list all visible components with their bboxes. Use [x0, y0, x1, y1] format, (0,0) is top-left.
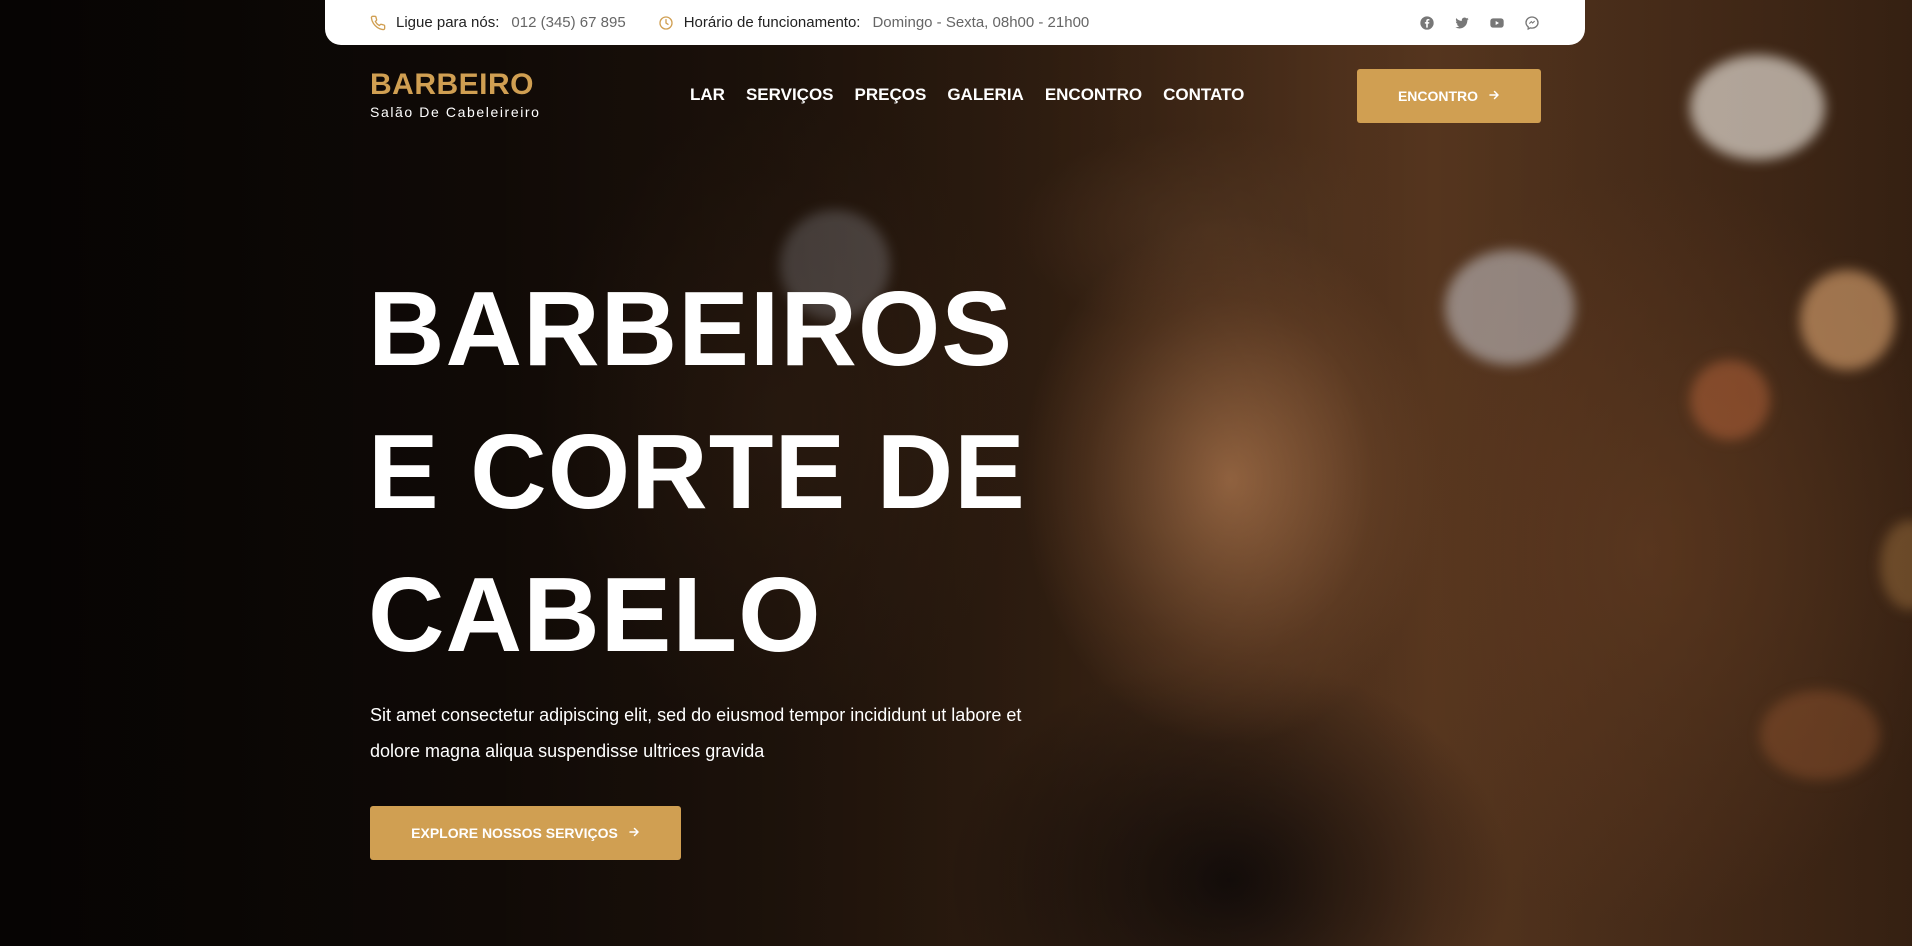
hours-value: Domingo - Sexta, 08h00 - 21h00: [872, 14, 1090, 31]
hero-headline: BARBEIROS E CORTE DE CABELO: [368, 258, 1026, 687]
nav-item-precos[interactable]: PREÇOS: [855, 85, 927, 105]
hours-info: Horário de funcionamento: Domingo - Sext…: [658, 14, 1090, 31]
hero-description: Sit amet consectetur adipiscing elit, se…: [370, 697, 1070, 769]
nav-item-encontro[interactable]: ENCONTRO: [1045, 85, 1142, 105]
facebook-icon[interactable]: [1419, 15, 1435, 31]
messenger-icon[interactable]: [1524, 15, 1540, 31]
brand-subtitle: Salão De Cabeleireiro: [370, 104, 541, 120]
phone-icon: [370, 15, 386, 31]
hero-description-line: Sit amet consectetur adipiscing elit, se…: [370, 705, 1022, 725]
hours-label: Horário de funcionamento:: [683, 14, 861, 31]
phone-label: Ligue para nós:: [396, 14, 500, 31]
nav-item-servicos[interactable]: SERVIÇOS: [746, 85, 834, 105]
explore-services-button[interactable]: EXPLORE NOSSOS SERVIÇOS: [370, 806, 681, 860]
top-info-bar: Ligue para nós: 012 (345) 67 895 Horário…: [325, 0, 1585, 45]
main-nav: LAR SERVIÇOS PREÇOS GALERIA ENCONTRO CON…: [690, 85, 1244, 105]
hero-description-line: dolore magna aliqua suspendisse ultrices…: [370, 741, 765, 761]
brand-title: BARBEIRO: [370, 68, 535, 101]
arrow-right-icon: [1488, 88, 1500, 104]
nav-item-galeria[interactable]: GALERIA: [947, 85, 1024, 105]
clock-icon: [658, 15, 674, 31]
hero-headline-line: BARBEIROS: [368, 270, 1014, 388]
nav-item-contato[interactable]: CONTATO: [1163, 85, 1244, 105]
phone-number[interactable]: 012 (345) 67 895: [511, 14, 625, 31]
phone-info: Ligue para nós: 012 (345) 67 895: [370, 14, 626, 31]
hero-headline-line: CABELO: [368, 556, 822, 674]
social-links: [1419, 15, 1540, 31]
youtube-icon[interactable]: [1489, 15, 1505, 31]
hero-headline-line: E CORTE DE: [368, 413, 1026, 531]
arrow-right-icon: [628, 825, 640, 841]
explore-services-label: EXPLORE NOSSOS SERVIÇOS: [411, 825, 618, 841]
appointment-button-label: ENCONTRO: [1397, 88, 1479, 104]
brand-logo[interactable]: BARBEIRO Salão De Cabeleireiro: [370, 68, 541, 120]
nav-item-lar[interactable]: LAR: [690, 85, 725, 105]
appointment-button[interactable]: ENCONTRO: [1357, 69, 1541, 123]
twitter-icon[interactable]: [1454, 15, 1470, 31]
